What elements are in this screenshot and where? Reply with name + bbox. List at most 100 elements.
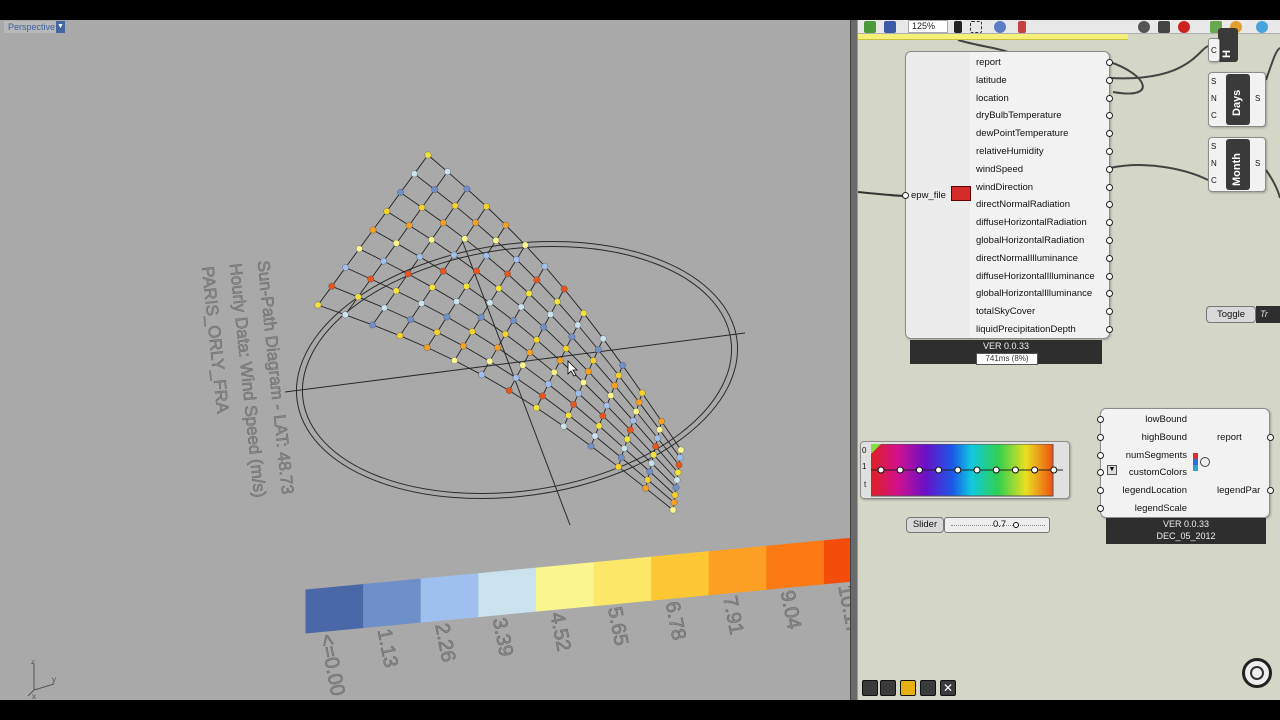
- gradient-grip[interactable]: [954, 466, 962, 474]
- viewport-menu-icon[interactable]: ▼: [56, 21, 65, 33]
- legend-label-9: 10.17: [833, 583, 850, 636]
- slider-handle[interactable]: [1013, 522, 1019, 528]
- sun-position-point: [439, 219, 447, 227]
- epw-output-grip-15[interactable]: [1106, 326, 1113, 333]
- sun-position-point: [369, 226, 377, 234]
- gradient-grip[interactable]: [935, 466, 943, 474]
- legend-input-grip-3[interactable]: [1097, 469, 1104, 477]
- legend-input-grip-4[interactable]: [1097, 487, 1104, 495]
- sun-position-point: [369, 321, 376, 329]
- save-file-icon[interactable]: [884, 21, 896, 33]
- legend-version-text: VER 0.0.33: [1162, 519, 1210, 529]
- mouse-cursor-icon: [567, 360, 578, 377]
- open-file-icon[interactable]: [864, 21, 876, 33]
- legend-report-grip[interactable]: [1267, 434, 1274, 441]
- render-icon[interactable]: [1178, 21, 1190, 33]
- selection-icon[interactable]: [970, 21, 982, 33]
- epw-output-grip-1[interactable]: [1106, 76, 1113, 84]
- toggle-label[interactable]: Toggle: [1206, 306, 1256, 323]
- sun-position-point: [472, 219, 479, 227]
- legend-input-grip-2[interactable]: [1097, 451, 1104, 459]
- gradient-preview[interactable]: [871, 444, 1067, 498]
- gradient-component[interactable]: 0 1 t: [860, 441, 1070, 499]
- epw-output-11: directNormalIlluminance: [976, 252, 1078, 264]
- epw-output-grip-2[interactable]: [1106, 94, 1113, 102]
- sun-position-point: [428, 283, 436, 291]
- sun-position-point: [428, 236, 435, 244]
- epw-output-grip-10[interactable]: [1106, 237, 1113, 244]
- epw-file-input-grip[interactable]: [902, 192, 909, 199]
- epw-output-10: globalHorizontalRadiation: [976, 235, 1085, 246]
- epw-output-5: relativeHumidity: [976, 146, 1044, 157]
- zoom-dropdown-icon[interactable]: [954, 21, 962, 33]
- viewport-title[interactable]: Perspective: [4, 21, 62, 33]
- epw-output-grip-0[interactable]: [1106, 59, 1113, 66]
- sun-position-point: [642, 484, 650, 492]
- preview-shaded-icon[interactable]: [880, 680, 896, 696]
- gradient-grip[interactable]: [1011, 466, 1019, 474]
- sun-position-point: [407, 316, 415, 323]
- sun-position-point: [526, 349, 534, 356]
- gradient-grip[interactable]: [973, 466, 981, 474]
- display-icon[interactable]: [1158, 21, 1170, 33]
- gradient-grip[interactable]: [1031, 466, 1039, 474]
- sun-position-point: [405, 221, 413, 229]
- month-component-tab[interactable]: Month: [1226, 139, 1250, 190]
- sun-position-point: [562, 345, 570, 352]
- epw-output-grip-12[interactable]: [1106, 272, 1113, 280]
- hour-component-tab[interactable]: H: [1218, 28, 1238, 62]
- hour-component-body[interactable]: C: [1208, 38, 1220, 62]
- days-component-tab[interactable]: Days: [1226, 74, 1250, 125]
- sun-position-point: [674, 469, 682, 476]
- gradient-grip[interactable]: [896, 466, 904, 474]
- sun-position-point: [673, 476, 681, 484]
- grasshopper-canvas[interactable]: 125% epw_file report latitude location dryB…: [858, 20, 1280, 700]
- sun-position-point: [433, 328, 441, 336]
- gradient-grip[interactable]: [992, 466, 1000, 474]
- import-epw-component[interactable]: epw_file report latitude location dryBulbTe…: [902, 51, 1113, 339]
- preview-eye-icon[interactable]: [994, 21, 1006, 33]
- bottom-black-bar: [0, 700, 1280, 720]
- bake-icon[interactable]: [1138, 21, 1150, 33]
- sketch-pen-icon[interactable]: [1018, 21, 1026, 33]
- sun-position-point: [670, 499, 678, 506]
- collapse-icon[interactable]: ▼: [1107, 465, 1117, 475]
- close-icon[interactable]: ✕: [940, 680, 956, 696]
- legend-legendpar-grip[interactable]: [1267, 487, 1274, 494]
- legend-input-4: legendLocation: [1122, 485, 1187, 497]
- zoom-level-field[interactable]: 125%: [908, 20, 948, 33]
- gradient-grip[interactable]: [915, 466, 923, 474]
- sun-position-point: [570, 400, 577, 408]
- sun-position-point: [669, 506, 677, 514]
- rhino-viewport[interactable]: Sun-Path Diagram - LAT: 48.73 Hourly Data…: [0, 20, 850, 700]
- gradient-grip[interactable]: [1050, 466, 1058, 474]
- navigation-widget-icon[interactable]: [1242, 658, 1272, 688]
- toggle-value[interactable]: Tr: [1256, 306, 1280, 323]
- legend-swatch: [478, 567, 538, 618]
- preview-wire-icon[interactable]: [862, 680, 878, 696]
- sun-position-point: [314, 301, 322, 309]
- sun-position-point: [453, 298, 461, 305]
- legend-input-grip-0[interactable]: [1097, 416, 1104, 423]
- top-black-bar: [0, 0, 1280, 20]
- epw-output-grip-7[interactable]: [1106, 183, 1113, 191]
- panel-splitter[interactable]: [850, 20, 858, 700]
- preview-selected-icon[interactable]: [900, 680, 916, 696]
- sun-position-point: [501, 330, 509, 338]
- sunpath-axis-line: [461, 239, 571, 526]
- number-slider[interactable]: 0.7: [944, 517, 1050, 533]
- filter-icon[interactable]: [920, 680, 936, 696]
- globe-icon[interactable]: [1256, 21, 1268, 33]
- gradient-label-1: 1: [862, 462, 867, 471]
- epw-output-grip-6[interactable]: [1106, 165, 1113, 173]
- sun-position-point: [611, 382, 619, 389]
- legend-input-grip-1[interactable]: [1097, 433, 1104, 441]
- sun-position-point: [635, 398, 643, 406]
- sun-position-point: [626, 426, 634, 434]
- legend-input-grip-5[interactable]: [1097, 505, 1104, 512]
- legend-parameters-component[interactable]: lowBound highBound numSegments customColors…: [1097, 408, 1274, 518]
- epw-output-grip-11[interactable]: [1106, 254, 1113, 262]
- epw-output-grip-5[interactable]: [1106, 148, 1113, 155]
- sun-position-point: [341, 311, 349, 319]
- gradient-grip[interactable]: [877, 466, 885, 474]
